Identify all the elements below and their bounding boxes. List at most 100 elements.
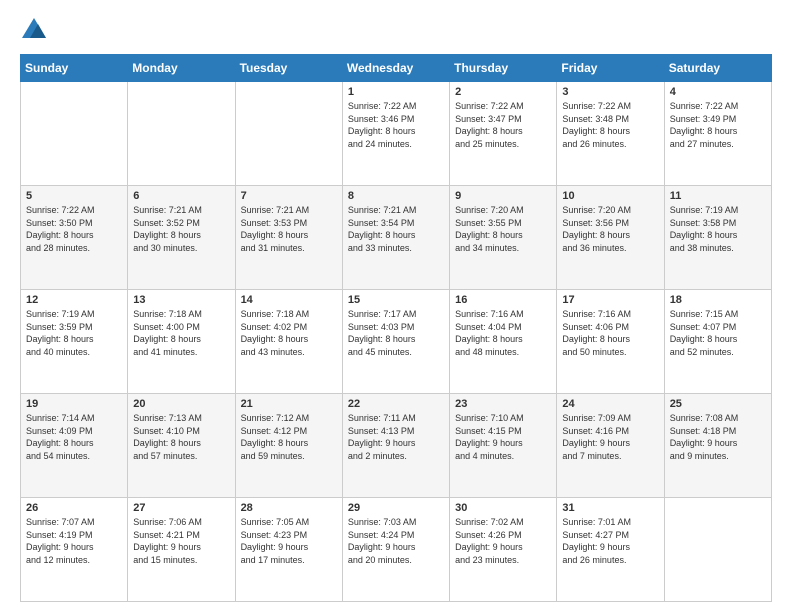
day-cell: 11 Sunrise: 7:19 AM Sunset: 3:58 PM Dayli… <box>664 186 771 290</box>
day-number: 19 <box>26 398 122 410</box>
day-info: Sunrise: 7:22 AM Sunset: 3:50 PM Dayligh… <box>26 204 122 254</box>
day-number: 28 <box>241 502 337 514</box>
weekday-header-monday: Monday <box>128 55 235 82</box>
day-cell: 21 Sunrise: 7:12 AM Sunset: 4:12 PM Dayli… <box>235 394 342 498</box>
day-number: 14 <box>241 294 337 306</box>
day-number: 16 <box>455 294 551 306</box>
day-info: Sunrise: 7:21 AM Sunset: 3:52 PM Dayligh… <box>133 204 229 254</box>
day-cell: 19 Sunrise: 7:14 AM Sunset: 4:09 PM Dayli… <box>21 394 128 498</box>
day-number: 25 <box>670 398 766 410</box>
day-info: Sunrise: 7:10 AM Sunset: 4:15 PM Dayligh… <box>455 412 551 462</box>
day-cell: 29 Sunrise: 7:03 AM Sunset: 4:24 PM Dayli… <box>342 498 449 602</box>
day-number: 21 <box>241 398 337 410</box>
day-number: 13 <box>133 294 229 306</box>
day-number: 11 <box>670 190 766 202</box>
day-info: Sunrise: 7:07 AM Sunset: 4:19 PM Dayligh… <box>26 516 122 566</box>
day-cell: 18Sunrise: 7:15 AM Sunset: 4:07 PM Dayli… <box>664 290 771 394</box>
day-cell: 25 Sunrise: 7:08 AM Sunset: 4:18 PM Dayli… <box>664 394 771 498</box>
day-number: 24 <box>562 398 658 410</box>
day-info: Sunrise: 7:01 AM Sunset: 4:27 PM Dayligh… <box>562 516 658 566</box>
day-number: 7 <box>241 190 337 202</box>
day-cell: 28 Sunrise: 7:05 AM Sunset: 4:23 PM Dayli… <box>235 498 342 602</box>
day-info: Sunrise: 7:18 AM Sunset: 4:02 PM Dayligh… <box>241 308 337 358</box>
logo-icon <box>20 16 48 44</box>
day-number: 8 <box>348 190 444 202</box>
day-number: 22 <box>348 398 444 410</box>
day-info: Sunrise: 7:21 AM Sunset: 3:53 PM Dayligh… <box>241 204 337 254</box>
week-row-2: 5Sunrise: 7:22 AM Sunset: 3:50 PM Daylig… <box>21 186 772 290</box>
week-row-5: 26 Sunrise: 7:07 AM Sunset: 4:19 PM Dayli… <box>21 498 772 602</box>
day-number: 20 <box>133 398 229 410</box>
day-cell: 24 Sunrise: 7:09 AM Sunset: 4:16 PM Dayli… <box>557 394 664 498</box>
day-cell: 7 Sunrise: 7:21 AM Sunset: 3:53 PM Daylig… <box>235 186 342 290</box>
day-info: Sunrise: 7:06 AM Sunset: 4:21 PM Dayligh… <box>133 516 229 566</box>
week-row-1: 1 Sunrise: 7:22 AM Sunset: 3:46 PM Daylig… <box>21 82 772 186</box>
day-cell: 27 Sunrise: 7:06 AM Sunset: 4:21 PM Dayli… <box>128 498 235 602</box>
day-info: Sunrise: 7:22 AM Sunset: 3:48 PM Dayligh… <box>562 100 658 150</box>
day-cell: 3Sunrise: 7:22 AM Sunset: 3:48 PM Daylig… <box>557 82 664 186</box>
day-info: Sunrise: 7:21 AM Sunset: 3:54 PM Dayligh… <box>348 204 444 254</box>
day-info: Sunrise: 7:08 AM Sunset: 4:18 PM Dayligh… <box>670 412 766 462</box>
day-info: Sunrise: 7:19 AM Sunset: 3:58 PM Dayligh… <box>670 204 766 254</box>
day-info: Sunrise: 7:20 AM Sunset: 3:55 PM Dayligh… <box>455 204 551 254</box>
day-info: Sunrise: 7:22 AM Sunset: 3:47 PM Dayligh… <box>455 100 551 150</box>
day-cell: 10 Sunrise: 7:20 AM Sunset: 3:56 PM Dayli… <box>557 186 664 290</box>
day-info: Sunrise: 7:12 AM Sunset: 4:12 PM Dayligh… <box>241 412 337 462</box>
weekday-header-row: SundayMondayTuesdayWednesdayThursdayFrid… <box>21 55 772 82</box>
day-cell: 26 Sunrise: 7:07 AM Sunset: 4:19 PM Dayli… <box>21 498 128 602</box>
day-number: 26 <box>26 502 122 514</box>
day-cell: 16 Sunrise: 7:16 AM Sunset: 4:04 PM Dayli… <box>450 290 557 394</box>
weekday-header-thursday: Thursday <box>450 55 557 82</box>
day-cell: 15 Sunrise: 7:17 AM Sunset: 4:03 PM Dayli… <box>342 290 449 394</box>
day-cell <box>128 82 235 186</box>
week-row-4: 19 Sunrise: 7:14 AM Sunset: 4:09 PM Dayli… <box>21 394 772 498</box>
day-number: 17 <box>562 294 658 306</box>
day-number: 2 <box>455 86 551 98</box>
day-cell: 31 Sunrise: 7:01 AM Sunset: 4:27 PM Dayli… <box>557 498 664 602</box>
day-number: 1 <box>348 86 444 98</box>
calendar-table: SundayMondayTuesdayWednesdayThursdayFrid… <box>20 54 772 602</box>
week-row-3: 12 Sunrise: 7:19 AM Sunset: 3:59 PM Dayli… <box>21 290 772 394</box>
day-cell: 6 Sunrise: 7:21 AM Sunset: 3:52 PM Daylig… <box>128 186 235 290</box>
day-info: Sunrise: 7:20 AM Sunset: 3:56 PM Dayligh… <box>562 204 658 254</box>
day-number: 10 <box>562 190 658 202</box>
day-cell: 2 Sunrise: 7:22 AM Sunset: 3:47 PM Daylig… <box>450 82 557 186</box>
weekday-header-sunday: Sunday <box>21 55 128 82</box>
weekday-header-wednesday: Wednesday <box>342 55 449 82</box>
day-info: Sunrise: 7:18 AM Sunset: 4:00 PM Dayligh… <box>133 308 229 358</box>
day-info: Sunrise: 7:19 AM Sunset: 3:59 PM Dayligh… <box>26 308 122 358</box>
day-info: Sunrise: 7:16 AM Sunset: 4:04 PM Dayligh… <box>455 308 551 358</box>
weekday-header-friday: Friday <box>557 55 664 82</box>
day-info: Sunrise: 7:13 AM Sunset: 4:10 PM Dayligh… <box>133 412 229 462</box>
day-number: 12 <box>26 294 122 306</box>
day-number: 29 <box>348 502 444 514</box>
day-info: Sunrise: 7:15 AM Sunset: 4:07 PM Dayligh… <box>670 308 766 358</box>
day-info: Sunrise: 7:22 AM Sunset: 3:46 PM Dayligh… <box>348 100 444 150</box>
day-info: Sunrise: 7:16 AM Sunset: 4:06 PM Dayligh… <box>562 308 658 358</box>
day-info: Sunrise: 7:22 AM Sunset: 3:49 PM Dayligh… <box>670 100 766 150</box>
day-number: 27 <box>133 502 229 514</box>
day-info: Sunrise: 7:05 AM Sunset: 4:23 PM Dayligh… <box>241 516 337 566</box>
day-cell: 20 Sunrise: 7:13 AM Sunset: 4:10 PM Dayli… <box>128 394 235 498</box>
day-cell: 13 Sunrise: 7:18 AM Sunset: 4:00 PM Dayli… <box>128 290 235 394</box>
day-number: 9 <box>455 190 551 202</box>
day-cell: 17 Sunrise: 7:16 AM Sunset: 4:06 PM Dayli… <box>557 290 664 394</box>
day-cell: 1 Sunrise: 7:22 AM Sunset: 3:46 PM Daylig… <box>342 82 449 186</box>
day-info: Sunrise: 7:17 AM Sunset: 4:03 PM Dayligh… <box>348 308 444 358</box>
day-info: Sunrise: 7:14 AM Sunset: 4:09 PM Dayligh… <box>26 412 122 462</box>
day-number: 4 <box>670 86 766 98</box>
day-number: 31 <box>562 502 658 514</box>
day-info: Sunrise: 7:09 AM Sunset: 4:16 PM Dayligh… <box>562 412 658 462</box>
day-cell <box>21 82 128 186</box>
logo <box>20 16 52 44</box>
page: SundayMondayTuesdayWednesdayThursdayFrid… <box>0 0 792 612</box>
day-number: 30 <box>455 502 551 514</box>
day-info: Sunrise: 7:02 AM Sunset: 4:26 PM Dayligh… <box>455 516 551 566</box>
day-number: 6 <box>133 190 229 202</box>
day-number: 23 <box>455 398 551 410</box>
day-info: Sunrise: 7:03 AM Sunset: 4:24 PM Dayligh… <box>348 516 444 566</box>
day-cell <box>664 498 771 602</box>
weekday-header-saturday: Saturday <box>664 55 771 82</box>
day-number: 15 <box>348 294 444 306</box>
day-cell <box>235 82 342 186</box>
